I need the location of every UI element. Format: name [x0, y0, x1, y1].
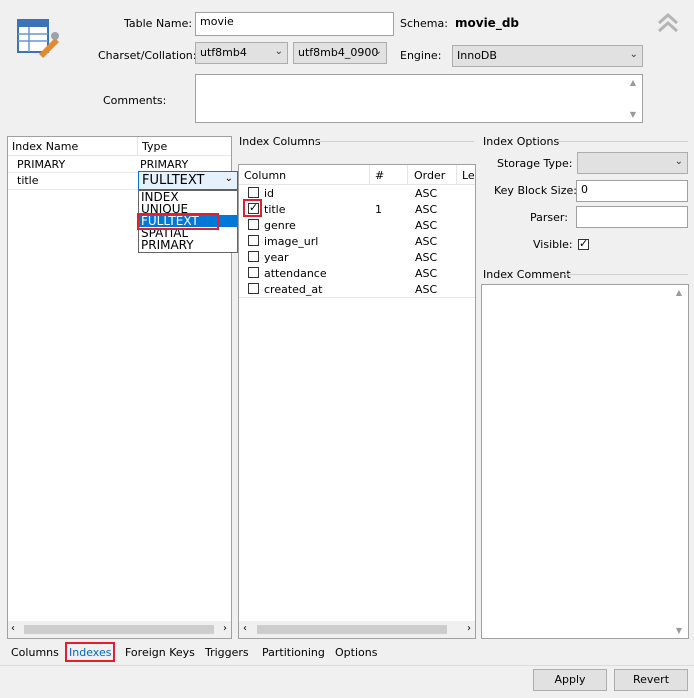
- scroll-thumb[interactable]: [257, 625, 447, 634]
- column-checkbox[interactable]: [248, 187, 259, 198]
- collation-value: utf8mb4_0900: [298, 46, 379, 59]
- scroll-up-icon[interactable]: ▲: [630, 78, 636, 87]
- engine-select[interactable]: InnoDB ⌄: [452, 45, 643, 67]
- tab-triggers[interactable]: Triggers: [205, 646, 249, 659]
- index-columns-table[interactable]: Column # Order Ler id ASC title 1 ASC ge…: [238, 164, 476, 639]
- scroll-thumb[interactable]: [24, 625, 214, 634]
- scroll-up-icon[interactable]: ▲: [676, 288, 682, 297]
- chevron-down-icon: ⌄: [373, 46, 382, 57]
- highlight-fulltext-option: [137, 213, 219, 230]
- key-block-size-label: Key Block Size:: [494, 184, 577, 197]
- collation-select[interactable]: utf8mb4_0900 ⌄: [293, 42, 387, 64]
- type-option-primary[interactable]: PRIMARY: [141, 239, 194, 251]
- index-type-selected: FULLTEXT: [142, 173, 205, 188]
- col-index-name[interactable]: Index Name: [12, 140, 78, 153]
- highlight-indexes-tab: [65, 642, 115, 662]
- visible-label: Visible:: [533, 238, 573, 251]
- comments-label: Comments:: [103, 94, 167, 107]
- col-length[interactable]: Ler: [462, 169, 475, 182]
- col-index-type[interactable]: Type: [142, 140, 167, 153]
- h-scrollbar[interactable]: ‹ ›: [8, 621, 231, 638]
- index-options-title: Index Options: [483, 135, 560, 148]
- column-checkbox[interactable]: [248, 251, 259, 262]
- column-checkbox[interactable]: [248, 219, 259, 230]
- table-name-label: Table Name:: [124, 17, 193, 30]
- column-checkbox[interactable]: [248, 267, 259, 278]
- chevron-down-icon: ⌄: [274, 46, 283, 57]
- scroll-right-icon[interactable]: ›: [467, 623, 471, 634]
- charset-label: Charset/Collation:: [98, 49, 197, 62]
- scroll-left-icon[interactable]: ‹: [243, 623, 247, 634]
- index-comment-textarea[interactable]: ▲ ▼: [481, 284, 689, 639]
- storage-type-label: Storage Type:: [497, 157, 573, 170]
- parser-input[interactable]: [576, 206, 688, 228]
- apply-button[interactable]: Apply: [533, 669, 607, 691]
- table-row[interactable]: created_at ASC: [239, 281, 475, 298]
- visible-checkbox[interactable]: [578, 237, 589, 250]
- col-num[interactable]: #: [375, 169, 384, 182]
- double-chevron-up-icon[interactable]: [656, 11, 680, 35]
- scroll-left-icon[interactable]: ‹: [11, 623, 15, 634]
- index-row[interactable]: PRIMARY PRIMARY: [8, 156, 231, 172]
- col-order[interactable]: Order: [414, 169, 445, 182]
- column-checkbox[interactable]: [248, 283, 259, 294]
- index-comment-title: Index Comment: [483, 268, 571, 281]
- engine-value: InnoDB: [457, 49, 497, 62]
- scroll-right-icon[interactable]: ›: [223, 623, 227, 634]
- h-scrollbar[interactable]: ‹ ›: [239, 621, 475, 638]
- index-columns-header: Column # Order Ler: [239, 165, 475, 185]
- chevron-down-icon: ⌄: [629, 49, 638, 60]
- key-block-size-input[interactable]: 0: [576, 180, 688, 202]
- tab-options[interactable]: Options: [335, 646, 377, 659]
- table-name-input[interactable]: movie: [195, 12, 394, 36]
- table-row[interactable]: image_url ASC: [239, 233, 475, 249]
- scroll-down-icon[interactable]: ▼: [630, 110, 636, 119]
- col-column[interactable]: Column: [244, 169, 286, 182]
- revert-button[interactable]: Revert: [614, 669, 688, 691]
- highlight-title-checkbox: [243, 199, 262, 217]
- tab-partitioning[interactable]: Partitioning: [262, 646, 325, 659]
- table-row[interactable]: title 1 ASC: [239, 201, 475, 217]
- index-type-select[interactable]: FULLTEXT ⌄: [138, 171, 238, 190]
- column-checkbox[interactable]: [248, 235, 259, 246]
- scroll-down-icon[interactable]: ▼: [676, 626, 682, 635]
- chevron-down-icon: ⌄: [224, 173, 233, 184]
- parser-label: Parser:: [530, 211, 568, 224]
- table-row[interactable]: year ASC: [239, 249, 475, 265]
- charset-select[interactable]: utf8mb4 ⌄: [195, 42, 288, 64]
- comments-textarea[interactable]: ▲ ▼: [195, 74, 643, 123]
- index-list-header: Index Name Type: [8, 137, 231, 156]
- index-columns-title: Index Columns: [239, 135, 325, 148]
- engine-label: Engine:: [400, 49, 442, 62]
- table-edit-icon: [15, 14, 61, 60]
- table-row[interactable]: id ASC: [239, 185, 475, 201]
- schema-value: movie_db: [455, 16, 520, 30]
- storage-type-select[interactable]: ⌄: [577, 152, 688, 174]
- charset-value: utf8mb4: [200, 46, 247, 59]
- schema-label: Schema:: [400, 17, 448, 30]
- tab-columns[interactable]: Columns: [11, 646, 59, 659]
- chevron-down-icon: ⌄: [674, 156, 683, 167]
- table-row[interactable]: genre ASC: [239, 217, 475, 233]
- tab-foreign-keys[interactable]: Foreign Keys: [125, 646, 195, 659]
- table-row[interactable]: attendance ASC: [239, 265, 475, 281]
